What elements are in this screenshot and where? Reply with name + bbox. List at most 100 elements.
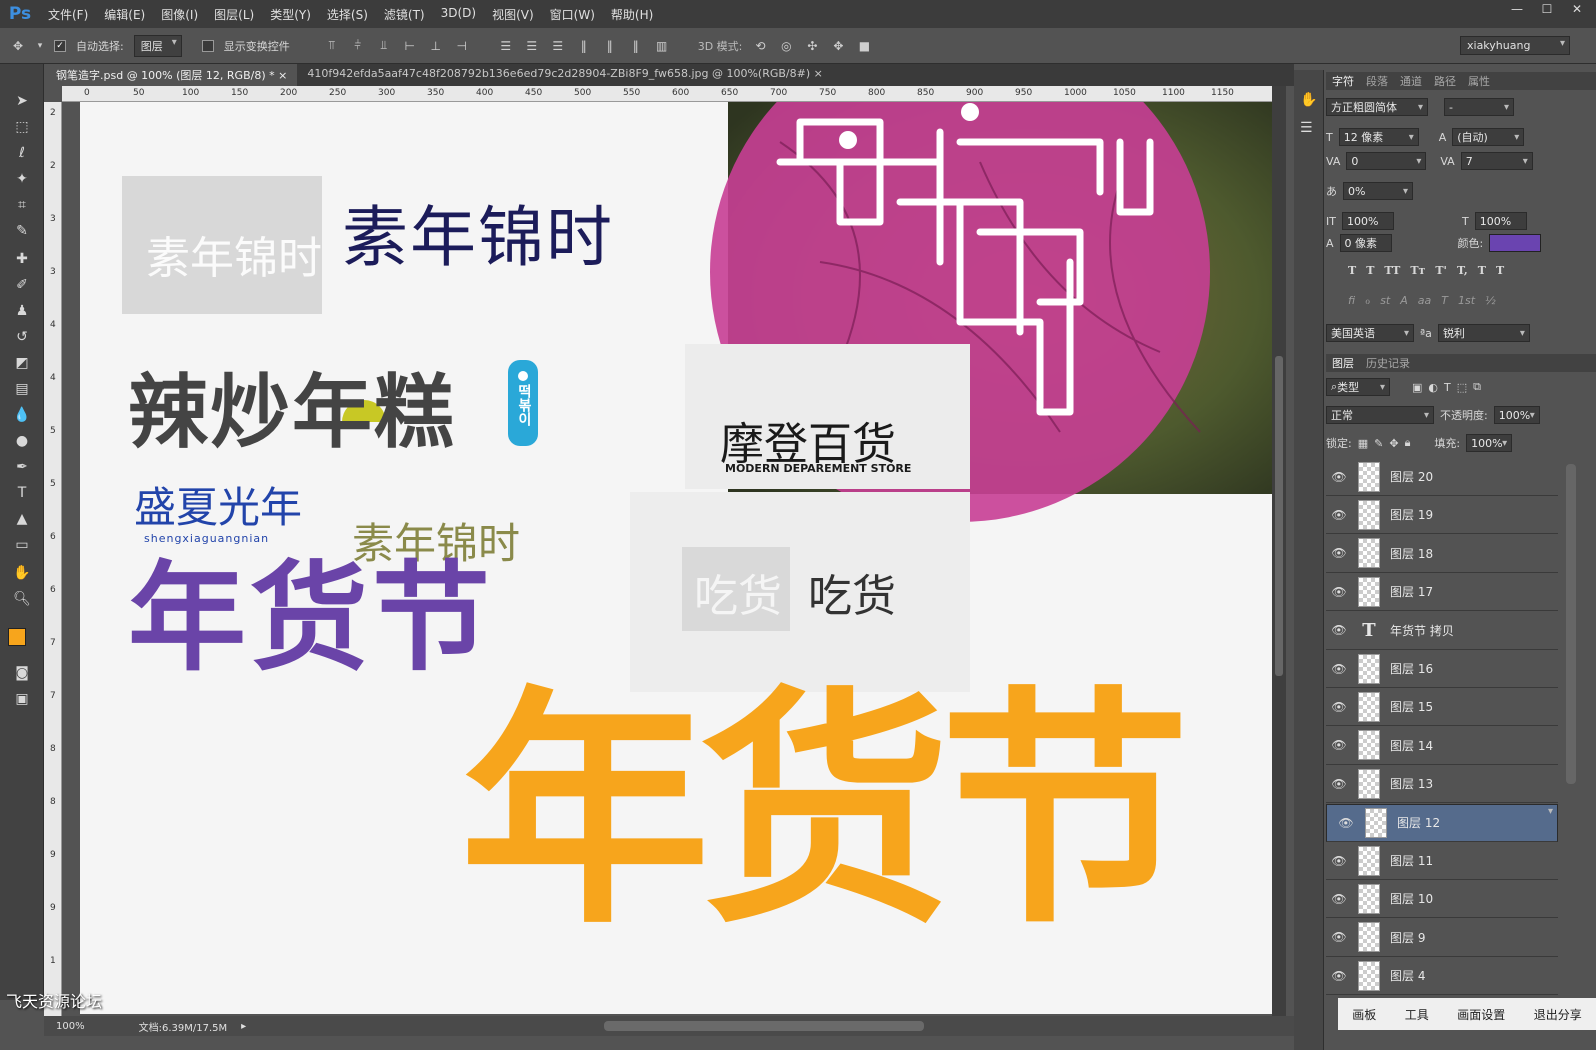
menu-item-0[interactable]: 文件(F) xyxy=(40,6,96,23)
visibility-eye-icon[interactable]: 👁︎ xyxy=(1326,700,1352,714)
tab-paths[interactable]: 路径 xyxy=(1434,73,1456,89)
layer-row[interactable]: 👁︎ 图层 17 xyxy=(1326,573,1558,612)
menu-item-4[interactable]: 类型(Y) xyxy=(262,6,319,23)
layers-scrollbar[interactable] xyxy=(1566,464,1576,784)
opentype-button[interactable]: T xyxy=(1441,294,1448,307)
pen-tool-icon[interactable]: ✒ xyxy=(10,456,34,478)
layer-row[interactable]: 👁︎ 图层 15 xyxy=(1326,688,1558,727)
opentype-button[interactable]: ℴ xyxy=(1365,294,1370,307)
distribute-left-icon[interactable]: ‖ xyxy=(576,38,592,54)
visibility-eye-icon[interactable]: 👁︎ xyxy=(1326,546,1352,560)
menu-item-6[interactable]: 滤镜(T) xyxy=(376,6,433,23)
shape-tool-icon[interactable]: ▭ xyxy=(10,534,34,556)
type-style-button[interactable]: TT xyxy=(1384,264,1400,277)
lock-all-icon[interactable]: 🔒︎ xyxy=(1405,436,1411,450)
type-filter-icon[interactable]: T xyxy=(1444,381,1451,394)
marquee-tool-icon[interactable]: ⬚ xyxy=(10,116,34,138)
adjust-panel-icon[interactable]: ☰ xyxy=(1300,120,1313,136)
path-select-icon[interactable]: ▲ xyxy=(10,508,34,530)
opentype-button[interactable]: A xyxy=(1400,294,1408,307)
layer-row[interactable]: 👁︎ T 年货节 拷贝 xyxy=(1326,611,1558,650)
auto-align-icon[interactable]: ▥ xyxy=(654,38,670,54)
opacity-field[interactable]: 100% xyxy=(1493,406,1540,424)
close-icon[interactable]: ✕ xyxy=(1564,0,1590,18)
visibility-eye-icon[interactable]: 👁︎ xyxy=(1326,930,1352,944)
menu-item-1[interactable]: 编辑(E) xyxy=(96,6,153,23)
horizontal-scale-field[interactable]: 100% xyxy=(1474,212,1527,230)
menu-item-8[interactable]: 视图(V) xyxy=(484,6,542,23)
visibility-eye-icon[interactable]: 👁︎ xyxy=(1326,470,1352,484)
brush-preset-icon[interactable]: ✋ xyxy=(1300,92,1317,108)
type-tool-icon[interactable]: T xyxy=(10,482,34,504)
align-top-icon[interactable]: ⫪ xyxy=(324,38,340,54)
image-filter-icon[interactable]: ▣ xyxy=(1412,381,1422,394)
distribute-right-icon[interactable]: ‖ xyxy=(628,38,644,54)
visibility-eye-icon[interactable]: 👁︎ xyxy=(1333,816,1359,830)
opentype-button[interactable]: fi xyxy=(1348,294,1355,307)
visibility-eye-icon[interactable]: 👁︎ xyxy=(1326,623,1352,637)
antialias-dropdown[interactable]: 锐利 xyxy=(1437,324,1530,342)
font-family-dropdown[interactable]: 方正粗圆简体 xyxy=(1326,98,1428,116)
visibility-eye-icon[interactable]: 👁︎ xyxy=(1326,969,1352,983)
opentype-button[interactable]: ½ xyxy=(1485,294,1496,307)
layer-name[interactable]: 图层 20 xyxy=(1390,468,1433,485)
zoom-level[interactable]: 100% xyxy=(56,1021,85,1032)
layer-row[interactable]: 👁︎ 图层 19 xyxy=(1326,496,1558,535)
align-hcenter-icon[interactable]: ⊥ xyxy=(428,38,444,54)
3d-roll-icon[interactable]: ◎ xyxy=(778,38,794,54)
menu-item-2[interactable]: 图像(I) xyxy=(153,6,206,23)
layer-row[interactable]: 👁︎ 图层 20 xyxy=(1326,458,1558,496)
tab-document-2[interactable]: 410f942efda5aaf47c48f208792b136e6ed79c2d… xyxy=(297,64,833,86)
magic-wand-icon[interactable]: ✦ xyxy=(10,168,34,190)
chevron-down-icon[interactable]: ▾ xyxy=(36,38,44,54)
visibility-eye-icon[interactable]: 👁︎ xyxy=(1326,777,1352,791)
tab-layers[interactable]: 图层 xyxy=(1332,355,1354,371)
scrollbar-thumb[interactable] xyxy=(1275,356,1283,676)
layer-name[interactable]: 图层 14 xyxy=(1390,737,1433,754)
visibility-eye-icon[interactable]: 👁︎ xyxy=(1326,508,1352,522)
fill-field[interactable]: 100% xyxy=(1466,434,1513,452)
healing-brush-icon[interactable]: ✚ xyxy=(10,248,34,270)
tab-paragraph[interactable]: 段落 xyxy=(1366,73,1388,89)
layer-name[interactable]: 图层 17 xyxy=(1390,583,1433,600)
language-dropdown[interactable]: 美国英语 xyxy=(1326,324,1414,342)
minimize-icon[interactable]: — xyxy=(1504,0,1530,18)
type-style-button[interactable]: T xyxy=(1366,264,1374,277)
auto-select-checkbox[interactable]: ✓ xyxy=(54,39,66,52)
tab-document-1[interactable]: 钢笔造字.psd @ 100% (图层 12, RGB/8) * × xyxy=(46,64,298,86)
tab-history[interactable]: 历史记录 xyxy=(1366,355,1410,371)
auto-select-dropdown[interactable]: 图层 xyxy=(133,34,182,57)
tracking-field[interactable]: 7 xyxy=(1460,152,1533,170)
type-style-button[interactable]: T xyxy=(1496,264,1504,277)
lasso-tool-icon[interactable]: ℓ xyxy=(10,142,34,164)
layer-name[interactable]: 图层 15 xyxy=(1390,698,1433,715)
dodge-tool-icon[interactable]: ● xyxy=(10,430,34,452)
distribute-top-icon[interactable]: ☰ xyxy=(498,38,514,54)
tsume-field[interactable]: 0% xyxy=(1343,182,1413,200)
visibility-eye-icon[interactable]: 👁︎ xyxy=(1326,892,1352,906)
vertical-scale-field[interactable]: 100% xyxy=(1341,212,1394,230)
3d-drag-icon[interactable]: ✣ xyxy=(804,38,820,54)
3d-rotate-icon[interactable]: ⟲ xyxy=(752,38,768,54)
menu-item-10[interactable]: 帮助(H) xyxy=(603,6,661,23)
lock-pixels-icon[interactable]: ✎ xyxy=(1374,437,1383,450)
type-style-button[interactable]: Tт xyxy=(1410,264,1425,277)
bottom-bar-item[interactable]: 工具 xyxy=(1405,1006,1429,1023)
layer-row[interactable]: 👁︎ 图层 11 xyxy=(1326,842,1558,880)
visibility-eye-icon[interactable]: 👁︎ xyxy=(1326,854,1352,868)
layer-row[interactable]: 👁︎ 图层 14 xyxy=(1326,726,1558,765)
quick-mask-icon[interactable]: ◙ xyxy=(10,662,34,684)
opentype-button[interactable]: 1st xyxy=(1458,294,1475,307)
layer-name[interactable]: 图层 12 xyxy=(1397,814,1440,831)
close-icon[interactable]: × xyxy=(278,69,287,82)
adjustment-filter-icon[interactable]: ◐ xyxy=(1428,381,1438,394)
maximize-icon[interactable]: ☐ xyxy=(1534,0,1560,18)
layer-row[interactable]: 👁︎ 图层 4 xyxy=(1326,957,1558,996)
layer-name[interactable]: 年货节 拷贝 xyxy=(1390,622,1454,639)
layer-name[interactable]: 图层 18 xyxy=(1390,545,1433,562)
visibility-eye-icon[interactable]: 👁︎ xyxy=(1326,738,1352,752)
layer-row[interactable]: 👁︎ 图层 18 xyxy=(1326,534,1558,573)
layer-row[interactable]: 👁︎ 图层 13 xyxy=(1326,765,1558,804)
move-tool-icon[interactable]: ➤ xyxy=(10,90,34,112)
eyedropper-icon[interactable]: ✎ xyxy=(10,220,34,242)
